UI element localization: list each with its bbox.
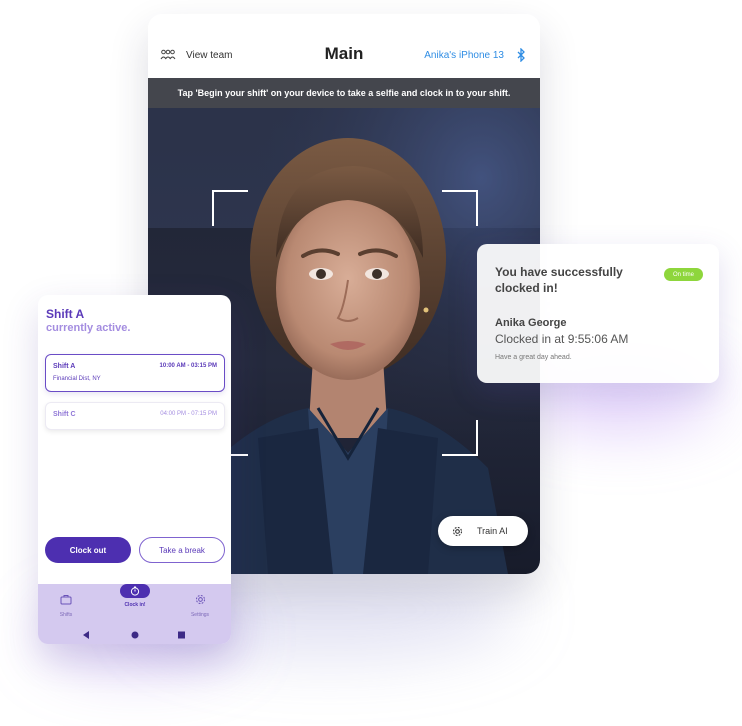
active-shift-title: Shift A bbox=[46, 307, 85, 321]
nav-clock-in-label: Clock in! bbox=[124, 602, 146, 608]
nav-clock-in[interactable]: Clock in! bbox=[110, 584, 160, 608]
gear-icon bbox=[452, 526, 463, 536]
shift-time: 10:00 AM - 03:15 PM bbox=[159, 363, 217, 369]
employee-name: Anika George bbox=[495, 317, 567, 329]
train-ai-label: Train AI bbox=[477, 526, 508, 536]
home-icon[interactable] bbox=[131, 631, 139, 639]
take-break-button[interactable]: Take a break bbox=[139, 537, 225, 563]
clock-in-success-card: You have successfully clocked in! On tim… bbox=[477, 244, 719, 383]
active-shift-subtitle: currently active. bbox=[46, 322, 131, 334]
shift-name: Shift C bbox=[53, 411, 76, 418]
nav-settings[interactable]: Settings bbox=[175, 592, 225, 618]
shift-time: 04:00 PM - 07:15 PM bbox=[160, 411, 217, 417]
shift-card[interactable]: Shift C 04:00 PM - 07:15 PM bbox=[45, 402, 225, 430]
shift-card-active[interactable]: Shift A 10:00 AM - 03:15 PM Financial Di… bbox=[45, 354, 225, 392]
train-ai-button[interactable]: Train AI bbox=[438, 516, 528, 546]
frame-corner-top-right bbox=[442, 190, 478, 226]
clocked-in-time: Clocked in at 9:55:06 AM bbox=[495, 332, 629, 346]
frame-corner-top-left bbox=[212, 190, 248, 226]
nav-shifts-label: Shifts bbox=[59, 612, 73, 618]
greeting-message: Have a great day ahead. bbox=[495, 354, 572, 361]
success-headline: You have successfully clocked in! bbox=[495, 265, 623, 295]
clock-out-button[interactable]: Clock out bbox=[45, 537, 131, 563]
shift-location: Financial Dist, NY bbox=[53, 376, 101, 382]
bluetooth-icon[interactable] bbox=[516, 48, 526, 62]
instruction-banner: Tap 'Begin your shift' on your device to… bbox=[148, 78, 540, 108]
recents-icon[interactable] bbox=[178, 631, 185, 639]
nav-clock-pill bbox=[120, 584, 150, 598]
on-time-badge: On time bbox=[664, 268, 703, 281]
bottom-nav: Shifts Clock in! Settings bbox=[38, 584, 231, 644]
shift-name: Shift A bbox=[53, 363, 76, 370]
device-name-link[interactable]: Anika's iPhone 13 bbox=[424, 50, 504, 61]
briefcase-icon bbox=[60, 595, 72, 605]
nav-settings-label: Settings bbox=[190, 612, 210, 618]
frame-corner-bottom-right bbox=[442, 420, 478, 456]
nav-shifts[interactable]: Shifts bbox=[41, 592, 91, 618]
phone-screen: Shift A currently active. Shift A 10:00 … bbox=[38, 295, 231, 644]
stopwatch-icon bbox=[130, 586, 140, 596]
back-icon[interactable] bbox=[83, 631, 89, 639]
gear-icon bbox=[195, 594, 205, 605]
system-nav-bar bbox=[83, 631, 185, 639]
tablet-header: View team Main Anika's iPhone 13 bbox=[148, 14, 540, 78]
